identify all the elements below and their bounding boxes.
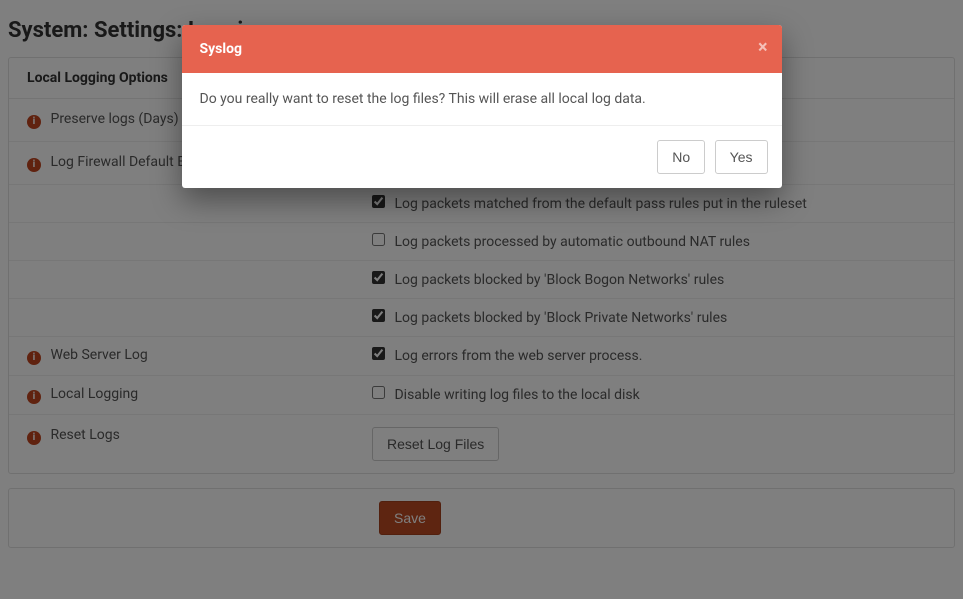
confirm-modal: Syslog × Do you really want to reset the…: [182, 25, 782, 188]
modal-yes-button[interactable]: Yes: [715, 140, 768, 174]
modal-no-button[interactable]: No: [657, 140, 705, 174]
close-icon[interactable]: ×: [758, 39, 768, 57]
modal-footer: No Yes: [182, 125, 782, 188]
modal-title: Syslog: [200, 41, 242, 57]
modal-body: Do you really want to reset the log file…: [182, 73, 782, 125]
modal-header: Syslog ×: [182, 25, 782, 73]
